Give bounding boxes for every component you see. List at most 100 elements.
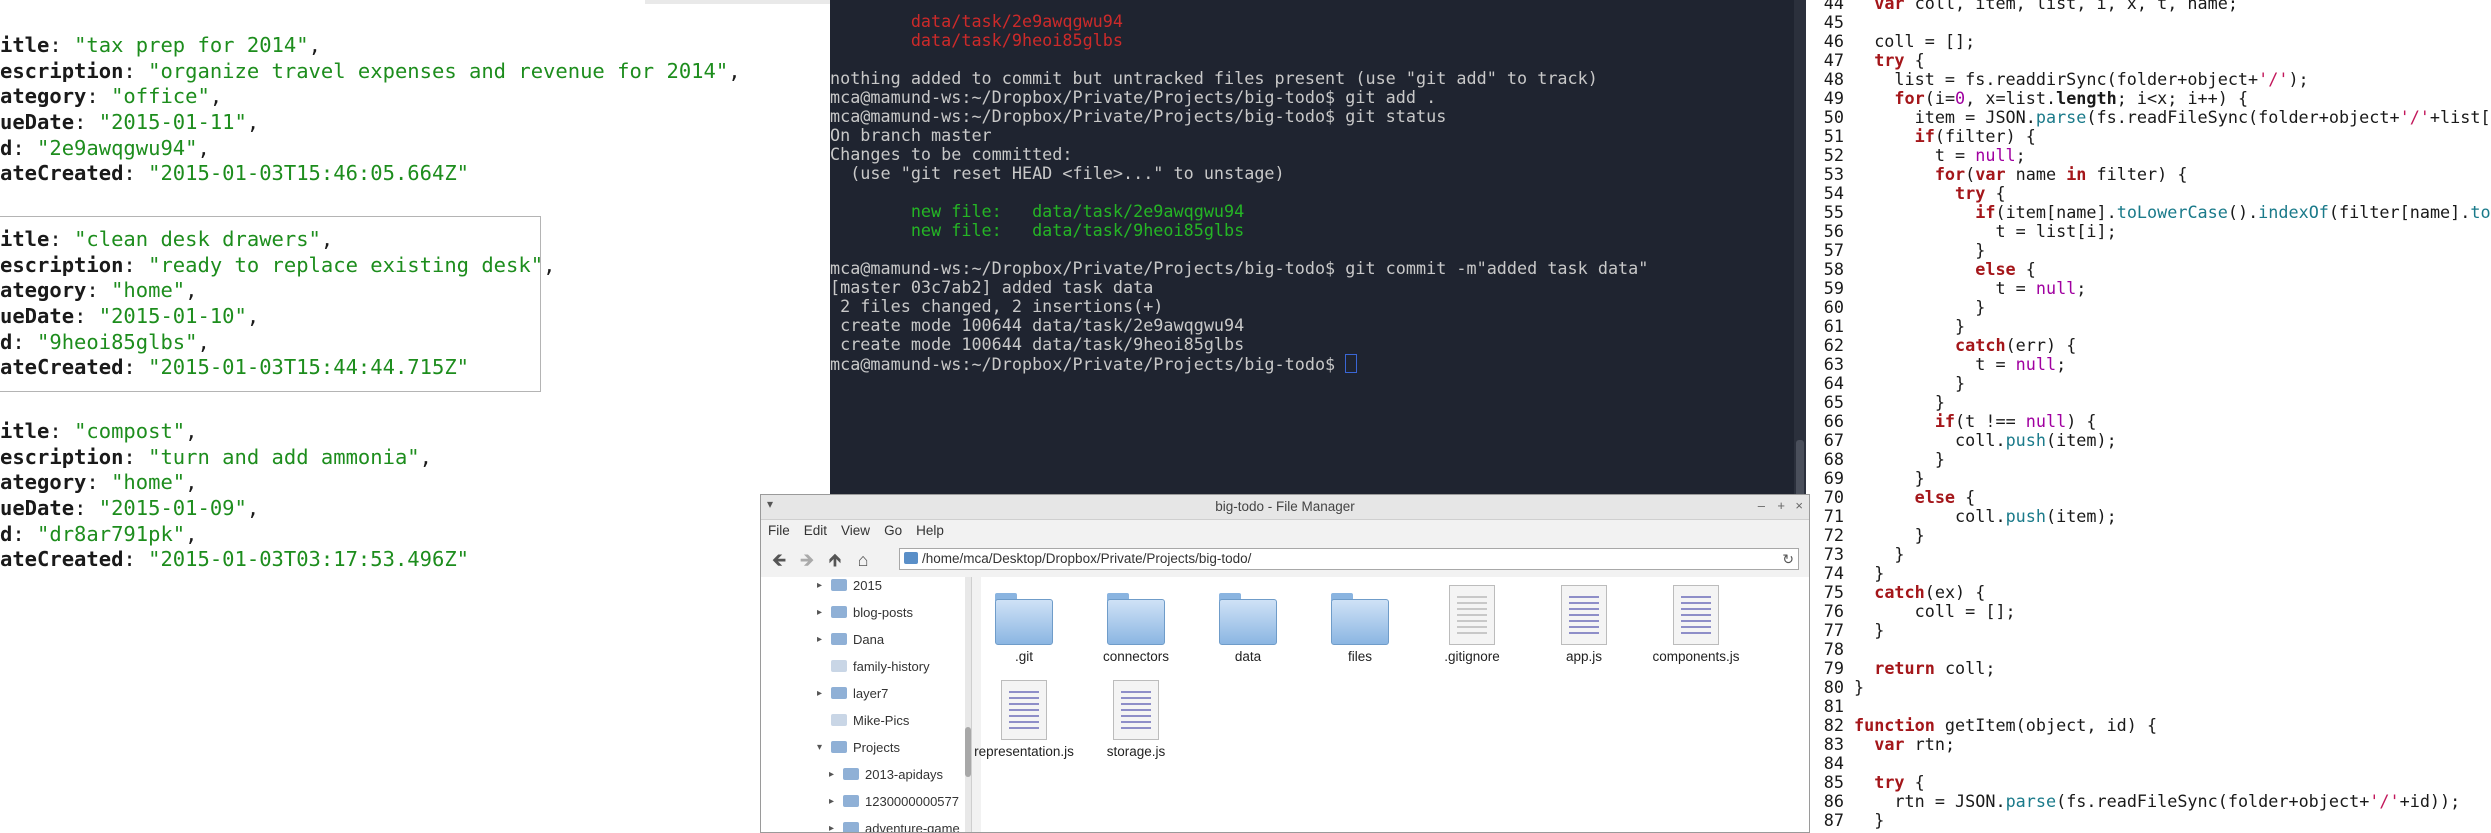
file-item[interactable]: connectors xyxy=(1081,585,1191,664)
line-number: 87 xyxy=(1823,810,1844,830)
tree-item[interactable]: ▸ 2015 xyxy=(761,577,961,599)
json-key: ategory xyxy=(0,278,87,303)
line-number: 47 xyxy=(1823,50,1844,70)
terminal-line: mca@mamund-ws:~/Dropbox/Private/Projects… xyxy=(830,354,1358,374)
code-line: 73 } xyxy=(1806,545,1905,564)
terminal-line: new file: data/task/2e9awqgwu94 xyxy=(830,201,1245,221)
file-item[interactable]: data xyxy=(1193,585,1303,664)
collapsed-arrow-icon[interactable]: ▸ xyxy=(817,577,822,599)
folder-tree[interactable]: ▸ adventure-game ▸ 1230000000577 ▸ 2013-apida… xyxy=(761,577,972,832)
tree-item[interactable]: ▸ 2013-apidays xyxy=(761,761,961,788)
line-number: 65 xyxy=(1823,392,1844,412)
close-icon[interactable]: × xyxy=(1795,498,1803,513)
collapsed-arrow-icon[interactable]: ▸ xyxy=(829,815,834,832)
code-token: } xyxy=(1854,810,1885,830)
minimize-icon[interactable]: ‒ xyxy=(1758,498,1765,513)
code-token: ; xyxy=(2076,278,2087,298)
tree-item[interactable]: family-history xyxy=(761,653,961,680)
menu-item-go[interactable]: Go xyxy=(877,520,909,541)
json-value: "2015-01-10" xyxy=(98,304,247,329)
menu-item-view[interactable]: View xyxy=(834,520,877,541)
tree-item[interactable]: ▸ Dana xyxy=(761,626,961,653)
code-line: 46 coll = []; xyxy=(1806,32,1975,51)
line-number: 68 xyxy=(1823,449,1844,469)
json-key: ueDate xyxy=(0,110,75,135)
code-line: 60 } xyxy=(1806,298,1986,317)
code-line: 86 rtn = JSON.parse(fs.readFileSync(fold… xyxy=(1806,792,2460,811)
code-token: parse xyxy=(2035,107,2087,127)
code-token: in xyxy=(2066,164,2087,184)
code-token: else xyxy=(1975,259,2016,279)
menu-item-file[interactable]: File xyxy=(761,520,797,541)
tree-item[interactable]: ▸ blog-posts xyxy=(761,599,961,626)
menu-item-edit[interactable]: Edit xyxy=(797,520,834,541)
home-icon[interactable]: ⌂ xyxy=(851,548,875,572)
collapsed-arrow-icon[interactable]: ▸ xyxy=(817,626,822,653)
code-token: (i= xyxy=(1924,88,1956,108)
menu-item-help[interactable]: Help xyxy=(909,520,951,541)
terminal-line: mca@mamund-ws:~/Dropbox/Private/Projects… xyxy=(830,106,1447,126)
code-line: 79 return coll; xyxy=(1806,658,1996,678)
line-number: 71 xyxy=(1823,506,1844,526)
forward-arrow-icon[interactable]: 🡺 xyxy=(795,548,819,572)
code-token: (t !== xyxy=(1955,411,2026,431)
json-value: "dr8ar791pk" xyxy=(37,521,186,546)
file-item[interactable]: files xyxy=(1305,585,1415,664)
tree-item-label: 2013-apidays xyxy=(865,767,944,782)
code-token: try xyxy=(1955,183,1986,203)
expanded-arrow-icon[interactable]: ▾ xyxy=(817,734,822,761)
terminal-scrollbar-thumb[interactable] xyxy=(1796,440,1804,500)
maximize-icon[interactable]: + xyxy=(1777,498,1785,513)
tree-item[interactable]: ▸ layer7 xyxy=(761,680,961,707)
file-item[interactable]: components.js xyxy=(1641,585,1751,664)
line-number: 51 xyxy=(1823,126,1844,146)
tree-item[interactable]: ▸ 1230000000577 xyxy=(761,788,961,815)
back-arrow-icon[interactable]: 🡸 xyxy=(767,548,791,572)
collapsed-arrow-icon[interactable]: ▸ xyxy=(817,680,822,707)
json-value: "2015-01-11" xyxy=(98,110,247,135)
json-field: d: "9heoi85glbs", xyxy=(0,329,210,354)
window-title: big-todo - File Manager xyxy=(1215,499,1355,514)
json-value: "compost" xyxy=(74,419,186,443)
line-number: 72 xyxy=(1823,525,1844,545)
collapsed-arrow-icon[interactable]: ▸ xyxy=(829,761,834,788)
line-number: 48 xyxy=(1823,69,1844,89)
code-token: try xyxy=(1874,772,1905,792)
tree-item[interactable]: ▾ Projects xyxy=(761,734,961,761)
tree-item[interactable]: ▸ adventure-game xyxy=(761,815,961,832)
terminal-line: nothing added to commit but untracked fi… xyxy=(830,68,1598,88)
file-grid[interactable]: .git connectors data files .gitignore app.js c… xyxy=(974,577,1809,832)
code-token: getItem(object, id) { xyxy=(1934,715,2158,735)
folder-icon xyxy=(1331,593,1389,645)
file-item[interactable]: storage.js xyxy=(1081,680,1191,759)
code-token: } xyxy=(1854,563,1885,583)
line-number: 74 xyxy=(1823,563,1844,583)
code-token: coll = []; xyxy=(1854,31,1976,51)
tree-item[interactable]: Mike-Pics xyxy=(761,707,961,734)
refresh-icon[interactable]: ↻ xyxy=(1782,549,1794,569)
up-arrow-icon[interactable]: 🡹 xyxy=(823,548,847,572)
json-field: escription: "turn and add ammonia", xyxy=(0,444,432,469)
collapsed-arrow-icon[interactable]: ▸ xyxy=(817,599,822,626)
location-bar[interactable]: /home/mca/Desktop/Dropbox/Private/Projec… xyxy=(899,548,1799,570)
code-token: try xyxy=(1874,50,1905,70)
line-number: 79 xyxy=(1823,658,1844,678)
file-item[interactable]: .git xyxy=(969,585,1079,664)
line-number: 63 xyxy=(1823,354,1844,374)
collapsed-arrow-icon[interactable]: ▸ xyxy=(829,788,834,815)
file-manager-titlebar[interactable]: ▾ big-todo - File Manager ‒ + × xyxy=(761,495,1809,520)
code-editor[interactable]: 44 var coll, item, list, i, x, t, name; 4… xyxy=(1806,0,2491,831)
code-line: 74 } xyxy=(1806,563,1885,583)
file-item[interactable]: .gitignore xyxy=(1417,585,1527,664)
code-token: list = fs.readdirSync(folder+object+ xyxy=(1854,69,2259,89)
json-value: "2015-01-09" xyxy=(98,496,247,521)
file-manager-window[interactable]: ▾ big-todo - File Manager ‒ + × File Edit… xyxy=(760,494,1810,833)
code-line: 69 } xyxy=(1806,469,1925,488)
code-line: 65 } xyxy=(1806,393,1945,412)
code-token: { xyxy=(1955,487,1976,507)
file-item[interactable]: representation.js xyxy=(969,680,1079,759)
file-item[interactable]: app.js xyxy=(1529,585,1639,664)
code-line: 78 xyxy=(1806,640,1854,659)
